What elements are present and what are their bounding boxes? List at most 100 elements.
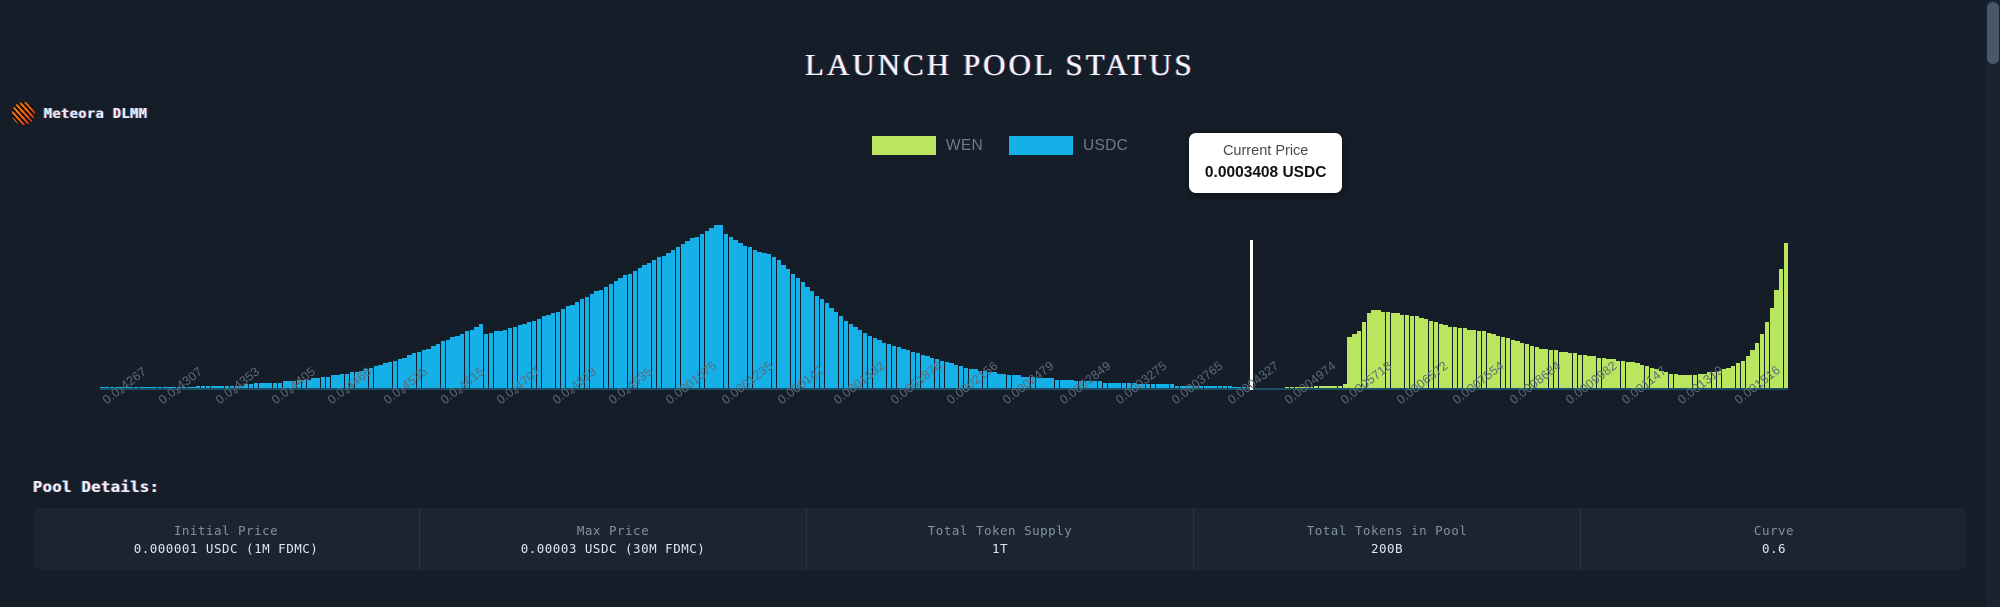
pool-detail-cell: Initial Price0.000001 USDC (1M FDMC) <box>33 508 420 570</box>
chart-bar-usdc[interactable] <box>484 334 488 390</box>
chart-bar-usdc[interactable] <box>733 240 737 390</box>
chart-bar-wen[interactable] <box>1626 362 1630 390</box>
chart-bar-usdc[interactable] <box>796 278 800 390</box>
chart-bar-usdc[interactable] <box>436 344 440 390</box>
chart-bar-wen[interactable] <box>1731 366 1735 390</box>
chart-bar-wen[interactable] <box>1463 328 1467 390</box>
chart-bar-usdc[interactable] <box>542 316 546 390</box>
chart-bar-usdc[interactable] <box>892 346 896 390</box>
chart-bar-wen[interactable] <box>1726 368 1730 390</box>
chart-bar-usdc[interactable] <box>618 278 622 390</box>
chart-bar-wen[interactable] <box>1400 315 1404 390</box>
chart-bar-wen[interactable] <box>1511 340 1515 390</box>
chart-bar-wen[interactable] <box>1515 341 1519 390</box>
chart-bar-usdc[interactable] <box>441 341 445 390</box>
chart-bar-usdc[interactable] <box>897 347 901 390</box>
chart-bar-usdc[interactable] <box>839 316 843 390</box>
chart-bar-usdc[interactable] <box>662 256 666 390</box>
chart-bar-wen[interactable] <box>1405 315 1409 390</box>
chart-bar-usdc[interactable] <box>446 340 450 390</box>
chart-bar-usdc[interactable] <box>623 275 627 390</box>
chart-bar-wen[interactable] <box>1386 312 1390 390</box>
chart-bar-usdc[interactable] <box>599 290 603 390</box>
chart-bar-usdc[interactable] <box>671 250 675 390</box>
chart-bar-wen[interactable] <box>1784 243 1788 390</box>
chart-bar-usdc[interactable] <box>566 306 570 390</box>
x-axis-tick: 0.0002479 <box>1000 392 1056 462</box>
x-axis-tick: 0.044615 <box>438 392 494 462</box>
chart-bar-usdc[interactable] <box>551 313 555 390</box>
chart-bar-usdc[interactable] <box>628 274 632 390</box>
chart-bar-usdc[interactable] <box>834 312 838 390</box>
chart-bar-usdc[interactable] <box>556 312 560 390</box>
chart-bar-wen[interactable] <box>1391 313 1395 390</box>
chart-bar-usdc[interactable] <box>546 315 550 390</box>
chart-bar-usdc[interactable] <box>431 346 435 390</box>
chart-bar-wen[interactable] <box>1563 352 1567 390</box>
vertical-scrollbar-thumb[interactable] <box>1987 2 1999 64</box>
pool-detail-value: 200B <box>1371 541 1403 556</box>
chart-bar-wen[interactable] <box>1410 316 1414 390</box>
chart-bar-wen[interactable] <box>1621 361 1625 390</box>
x-axis-tick: 0.0003765 <box>1169 392 1225 462</box>
chart-bar-usdc[interactable] <box>383 363 387 390</box>
chart-bar-usdc[interactable] <box>791 274 795 390</box>
meteora-striped-circle-icon <box>12 102 35 125</box>
chart-bar-usdc[interactable] <box>748 247 752 390</box>
chart-bar-wen[interactable] <box>1439 324 1443 390</box>
chart-bar-usdc[interactable] <box>724 234 728 390</box>
chart-bar-usdc[interactable] <box>604 287 608 390</box>
chart-bar-wen[interactable] <box>1395 313 1399 390</box>
chart-bar-usdc[interactable] <box>738 243 742 390</box>
chart-bar-usdc[interactable] <box>786 269 790 390</box>
chart-bar-usdc[interactable] <box>614 281 618 390</box>
meteora-dlmm-badge[interactable]: Meteora DLMM <box>12 102 148 125</box>
x-axis-tick: 0.044353 <box>213 392 269 462</box>
chart-bar-usdc[interactable] <box>388 362 392 390</box>
chart-bar-usdc[interactable] <box>494 331 498 390</box>
pool-detail-cell: Max Price0.00003 USDC (30M FDMC) <box>420 508 807 570</box>
chart-bar-usdc[interactable] <box>426 349 430 390</box>
chart-bar-usdc[interactable] <box>676 247 680 390</box>
chart-bar-usdc[interactable] <box>829 308 833 391</box>
chart-bar-usdc[interactable] <box>844 321 848 390</box>
chart-bar-wen[interactable] <box>1506 338 1510 390</box>
chart-bar-wen[interactable] <box>1568 353 1572 390</box>
chart-bar-usdc[interactable] <box>743 246 747 390</box>
chart-bar-usdc[interactable] <box>489 333 493 390</box>
chart-bar-usdc[interactable] <box>690 238 694 390</box>
meteora-dlmm-label: Meteora DLMM <box>44 106 148 122</box>
chart-bar-usdc[interactable] <box>685 241 689 390</box>
x-axis-tick: 0.0004974 <box>1282 392 1338 462</box>
x-axis-tick: 0.0001876 <box>888 392 944 462</box>
chart-bar-usdc[interactable] <box>652 260 656 390</box>
chart-bar-wen[interactable] <box>1453 327 1457 390</box>
chart-bar-usdc[interactable] <box>887 344 891 390</box>
chart-bar-usdc[interactable] <box>561 309 565 390</box>
chart-bar-wen[interactable] <box>1347 337 1351 390</box>
chart-bar-usdc[interactable] <box>609 284 613 390</box>
chart-bar-usdc[interactable] <box>945 362 949 390</box>
chart-bar-wen[interactable] <box>1458 328 1462 390</box>
chart-bar-usdc[interactable] <box>777 260 781 390</box>
vertical-scrollbar-track[interactable] <box>1986 0 2000 607</box>
chart-x-axis: 0.0442670.0443070.0443530.0444050.044466… <box>100 392 1788 462</box>
chart-bar-wen[interactable] <box>1736 363 1740 390</box>
chart-bar-usdc[interactable] <box>503 330 507 390</box>
current-price-marker-line <box>1250 240 1253 390</box>
chart-bar-usdc[interactable] <box>374 366 378 390</box>
chart-bar-usdc[interactable] <box>719 225 723 390</box>
chart-bar-usdc[interactable] <box>825 303 829 390</box>
pool-detail-label: Initial Price <box>174 523 278 538</box>
x-axis-tick: 0.0002156 <box>944 392 1000 462</box>
chart-bar-usdc[interactable] <box>498 331 502 390</box>
chart-bar-wen[interactable] <box>1443 325 1447 390</box>
chart-bar-usdc[interactable] <box>666 253 670 390</box>
chart-bar-usdc[interactable] <box>681 244 685 390</box>
chart-bar-usdc[interactable] <box>729 237 733 390</box>
chart-bar-usdc[interactable] <box>657 257 661 390</box>
chart-bar-usdc[interactable] <box>949 363 953 390</box>
chart-bar-usdc[interactable] <box>378 365 382 390</box>
chart-bar-wen[interactable] <box>1448 327 1452 390</box>
chart-bar-usdc[interactable] <box>781 265 785 390</box>
